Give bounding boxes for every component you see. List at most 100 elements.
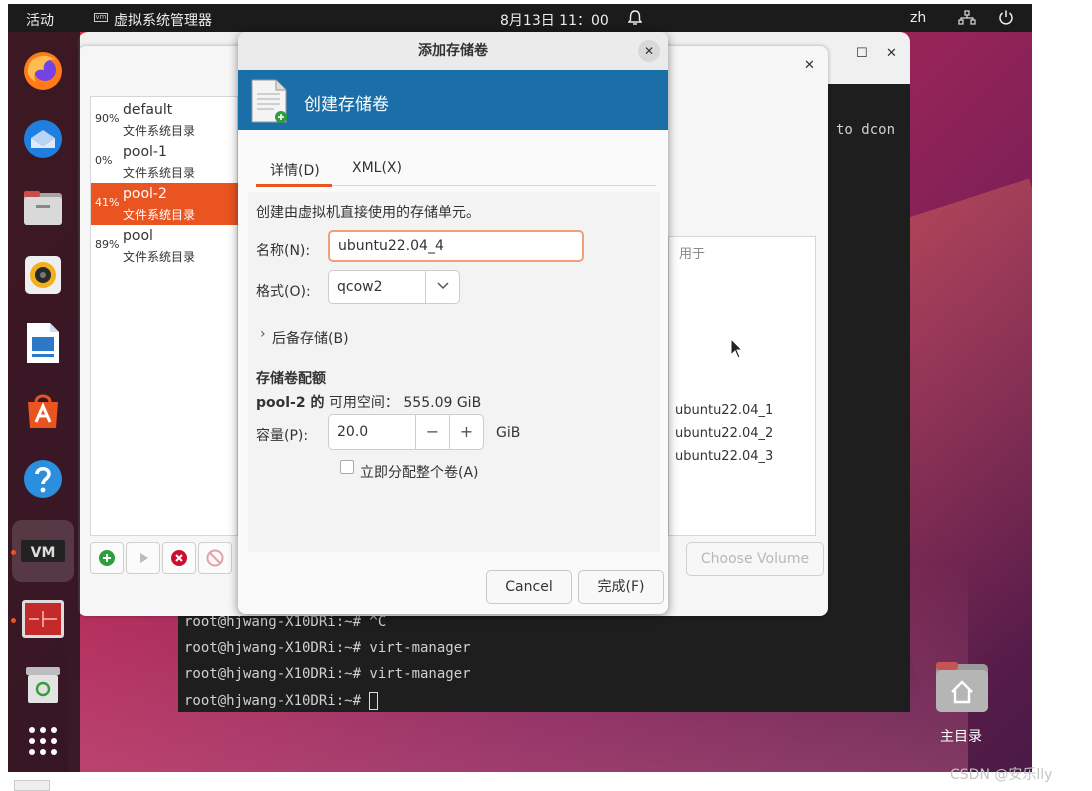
system-monitor-launcher[interactable]	[20, 596, 66, 642]
cancel-button[interactable]: Cancel	[486, 570, 572, 604]
choose-volume-button[interactable]: Choose Volume	[686, 542, 824, 576]
pool-item-default[interactable]: 90% default 文件系统目录	[91, 99, 239, 141]
thunderbird-icon	[24, 120, 62, 158]
format-value: qcow2	[337, 279, 383, 295]
trash-launcher[interactable]	[20, 662, 66, 708]
backing-store-expander[interactable]: 后备存储(B)	[272, 328, 349, 348]
dialog-title: 添加存储卷	[238, 32, 668, 70]
maximize-icon[interactable]: ☐	[856, 46, 868, 61]
allocate-label[interactable]: 立即分配整个卷(A)	[360, 462, 479, 482]
keyboard-icon	[14, 780, 50, 791]
finish-button[interactable]: 完成(F)	[578, 570, 664, 604]
running-indicator	[11, 550, 16, 555]
firefox-launcher[interactable]	[20, 48, 66, 94]
svg-text:VM: VM	[31, 545, 56, 561]
increment-button[interactable]: +	[449, 415, 483, 449]
app-menu[interactable]: 虚拟系统管理器	[114, 10, 212, 30]
play-icon	[140, 553, 148, 563]
power-icon[interactable]	[998, 9, 1014, 25]
name-input[interactable]	[328, 230, 584, 262]
pool-list: 90% default 文件系统目录 0% pool-1 文件系统目录 41% …	[90, 96, 239, 536]
pool-usage: 0%	[95, 154, 113, 167]
pool-item-pool[interactable]: 89% pool 文件系统目录	[91, 225, 239, 267]
dialog-banner: 创建存储卷	[238, 70, 668, 130]
available-label: 可用空间：	[328, 395, 399, 411]
virt-manager-launcher[interactable]: VM	[20, 528, 66, 574]
close-icon[interactable]: ✕	[886, 46, 897, 61]
column-header: 用于	[679, 247, 706, 262]
document-icon	[251, 79, 287, 123]
tab-xml[interactable]: XML(X)	[352, 160, 402, 176]
decrement-button[interactable]: −	[415, 415, 449, 449]
close-icon[interactable]: ✕	[804, 58, 815, 73]
volume-list: 用于 ubuntu22.04_1 ubuntu22.04_2 ubuntu22.…	[668, 236, 816, 536]
allocate-checkbox[interactable]	[340, 460, 354, 474]
available-space-row: pool-2 的 可用空间： 555.09 GiB	[256, 392, 481, 412]
pool-name: default	[123, 102, 173, 118]
add-pool-button[interactable]	[90, 542, 124, 574]
speaker-icon	[25, 256, 61, 294]
delete-pool-button[interactable]	[198, 542, 232, 574]
pool-type: 文件系统目录	[123, 208, 196, 222]
pool-usage: 90%	[95, 112, 120, 125]
name-label: 名称(N):	[256, 243, 311, 259]
pool-name: pool-2	[123, 186, 167, 202]
alarm-icon	[628, 10, 642, 25]
clock[interactable]: 8月13日 11：00	[500, 10, 609, 30]
software-center-launcher[interactable]	[20, 388, 66, 434]
firefox-icon	[24, 52, 62, 90]
help-launcher[interactable]	[20, 456, 66, 502]
folder-icon	[24, 191, 62, 225]
volume-item[interactable]: ubuntu22.04_1	[675, 403, 773, 418]
top-bar: 活动 vm 虚拟系统管理器 8月13日 11：00 zh	[8, 4, 1032, 32]
chevron-right-icon[interactable]: ›	[260, 326, 266, 342]
watermark: CSDN @安乐lly	[950, 767, 1053, 783]
files-launcher[interactable]	[20, 184, 66, 230]
pool-item-pool-1[interactable]: 0% pool-1 文件系统目录	[91, 141, 239, 183]
document-writer-icon	[27, 323, 59, 363]
dialog-tabs: 详情(D) XML(X)	[256, 150, 656, 187]
terminal-line: root@hjwang-X10DRi:~# virt-manager	[184, 666, 471, 682]
chevron-down-icon	[437, 282, 449, 290]
banner-title: 创建存储卷	[304, 95, 389, 115]
running-indicator	[11, 618, 16, 623]
home-folder-label[interactable]: 主目录	[940, 726, 982, 746]
close-icon[interactable]: ✕	[638, 40, 660, 62]
capacity-value[interactable]: 20.0	[337, 424, 368, 440]
pool-type: 文件系统目录	[123, 250, 196, 264]
dialog-description: 创建由虚拟机直接使用的存储单元。	[256, 205, 480, 221]
help-icon	[24, 460, 62, 498]
thunderbird-launcher[interactable]	[20, 116, 66, 162]
capacity-stepper[interactable]: 20.0 − +	[328, 414, 484, 450]
volume-item[interactable]: ubuntu22.04_3	[675, 449, 773, 464]
available-value: 555.09 GiB	[403, 395, 482, 411]
writer-launcher[interactable]	[20, 320, 66, 366]
pool-name: pool-1	[123, 144, 167, 160]
terminal-line: root@hjwang-X10DRi:~# virt-manager	[184, 640, 471, 656]
app-icon: vm	[94, 13, 108, 22]
rhythmbox-launcher[interactable]	[20, 252, 66, 298]
start-pool-button[interactable]	[126, 542, 160, 574]
pool-name: pool-2 的	[256, 395, 325, 411]
show-apps-button[interactable]	[20, 718, 66, 764]
language-indicator[interactable]: zh	[910, 10, 926, 26]
desktop-screen: 活动 vm 虚拟系统管理器 8月13日 11：00 zh ☐ ✕ to dcon…	[8, 4, 1032, 772]
home-folder-icon[interactable]	[934, 660, 990, 714]
network-icon[interactable]	[958, 10, 976, 26]
select-divider	[425, 271, 426, 303]
tab-details[interactable]: 详情(D)	[270, 160, 320, 180]
dock: VM	[8, 32, 80, 772]
volume-item[interactable]: ubuntu22.04_2	[675, 426, 773, 441]
activities-button[interactable]: 活动	[26, 10, 54, 30]
pool-item-pool-2[interactable]: 41% pool-2 文件系统目录	[91, 183, 239, 225]
stop-pool-button[interactable]	[162, 542, 196, 574]
stop-icon	[171, 550, 187, 566]
terminal-prompt: root@hjwang-X10DRi:~#	[184, 692, 379, 710]
terminal-line: root@hjwang-X10DRi:~# ^C	[184, 614, 387, 630]
monitor-icon	[22, 600, 64, 638]
mouse-cursor	[730, 338, 744, 359]
add-storage-volume-dialog: 添加存储卷 ✕ 创建存储卷 详情(D) XML(X) 创建由虚拟机直接使用的存储…	[238, 32, 668, 614]
active-tab-indicator	[256, 184, 332, 187]
format-select[interactable]: qcow2	[328, 270, 460, 304]
delete-icon	[206, 549, 224, 567]
